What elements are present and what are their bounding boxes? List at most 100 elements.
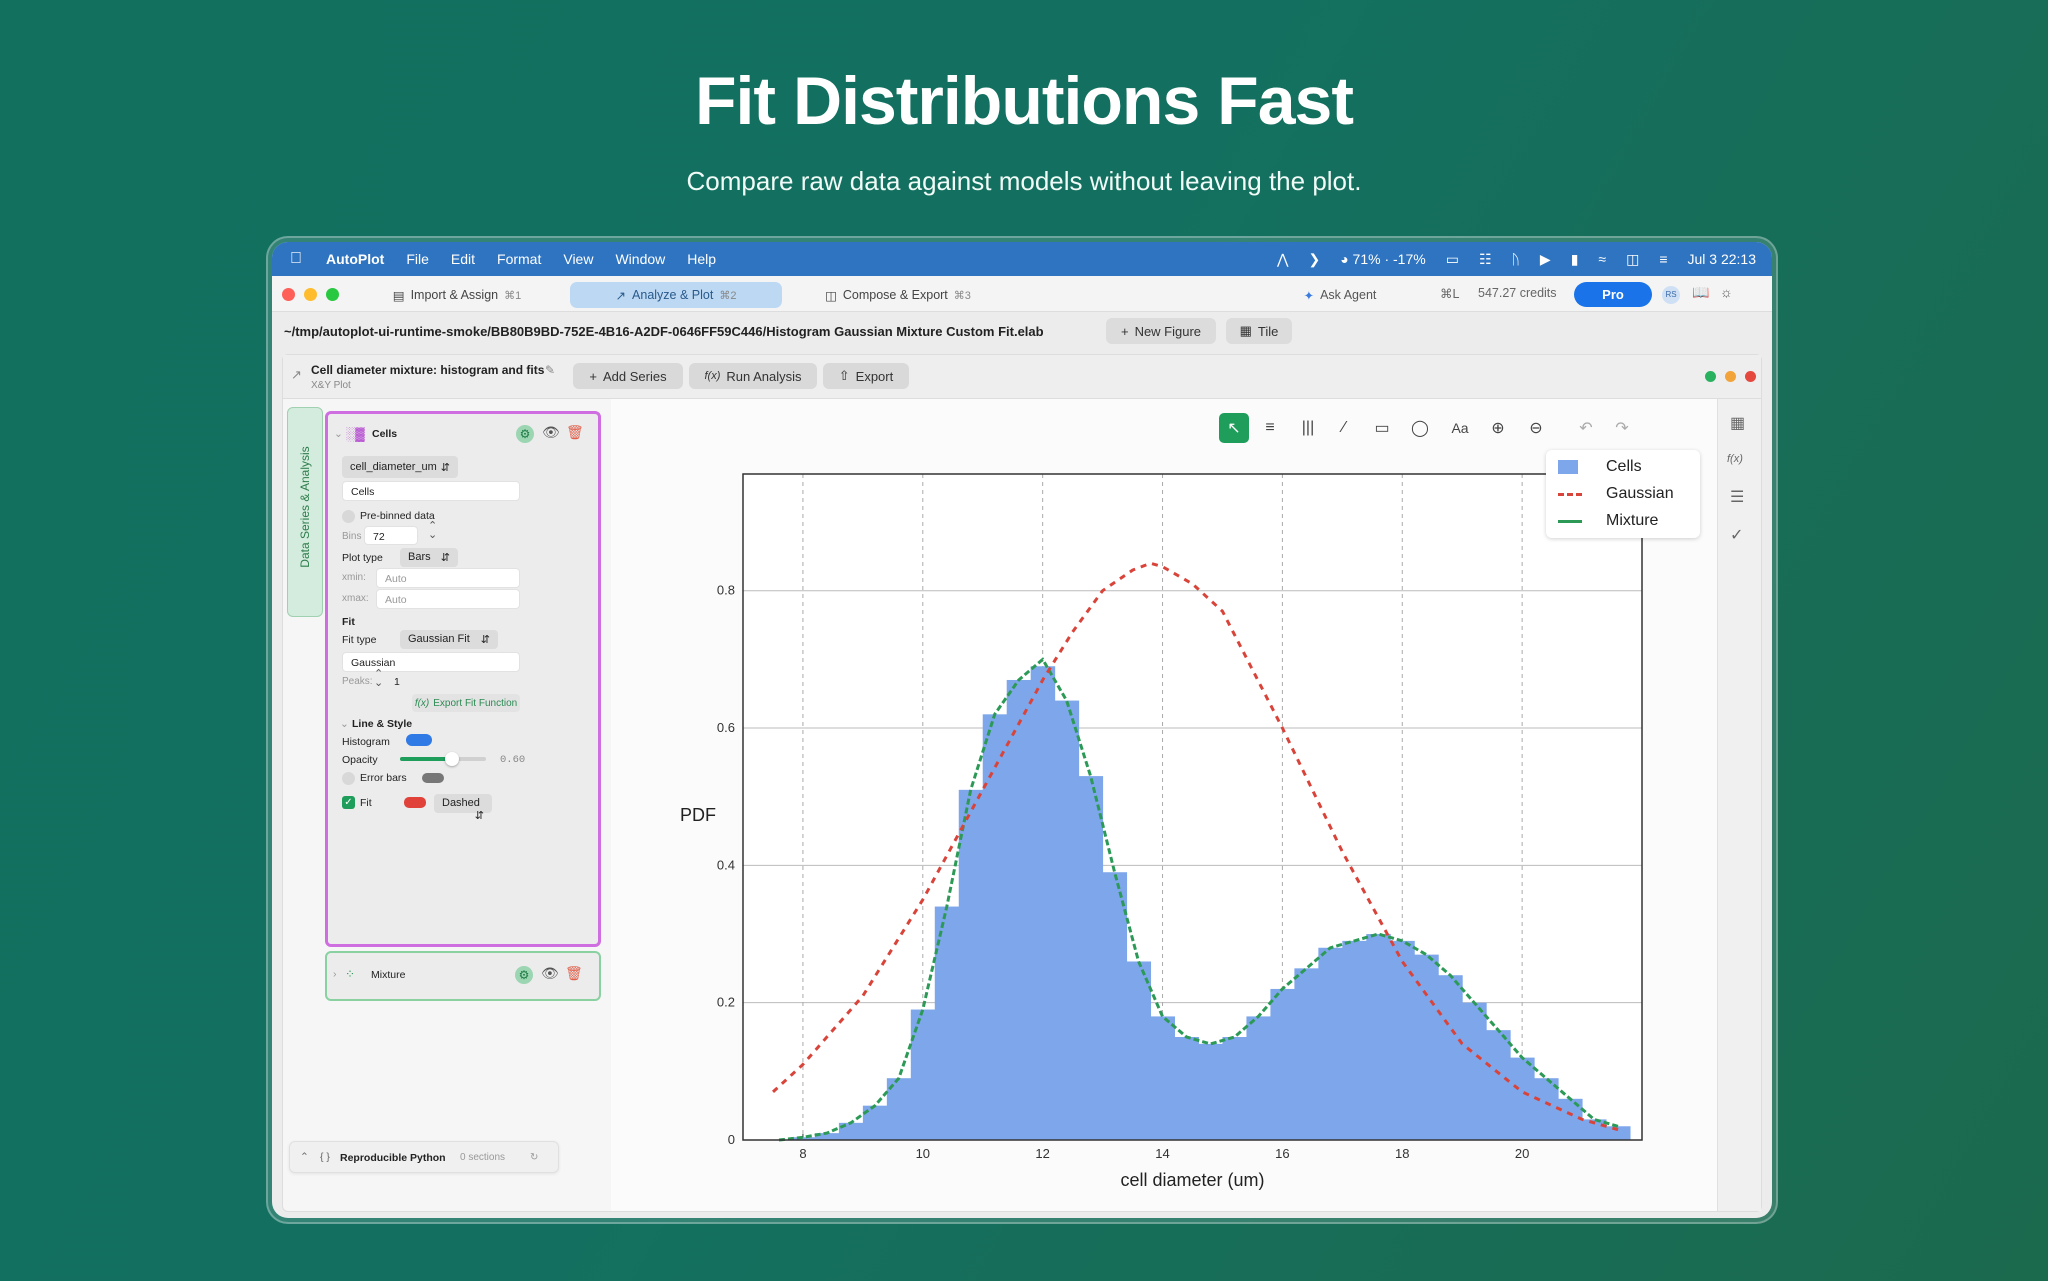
plot-type-label: Plot type — [342, 552, 383, 564]
function-icon: f(x) — [704, 370, 721, 382]
status-chevron-icon[interactable]: ❯ — [1308, 251, 1320, 268]
battery-icon[interactable]: ◫ — [1626, 251, 1639, 268]
series-name: Cells — [372, 428, 398, 440]
circle-tool-icon[interactable]: ◯ — [1405, 413, 1435, 443]
xmin-field[interactable]: Auto — [376, 568, 520, 588]
status-orange-dot[interactable] — [1725, 371, 1736, 382]
prebinned-toggle[interactable] — [342, 510, 355, 523]
menu-format[interactable]: Format — [497, 251, 541, 267]
refresh-icon[interactable]: ↻ — [530, 1152, 538, 1163]
menu-view[interactable]: View — [563, 251, 593, 267]
zoom-window-button[interactable] — [326, 288, 339, 301]
line-style-chevron-icon[interactable]: ⌄ — [340, 718, 349, 730]
status-a-icon[interactable]: ⋀ — [1277, 251, 1288, 268]
text-tool-icon[interactable]: Aa — [1445, 413, 1475, 443]
status-green-dot[interactable] — [1705, 371, 1716, 382]
eye-icon[interactable]: 👁 — [542, 424, 560, 441]
fit-color-swatch[interactable] — [404, 797, 426, 808]
line-tool-icon[interactable]: ∕ — [1329, 413, 1359, 443]
menu-help[interactable]: Help — [687, 251, 716, 267]
trash-icon[interactable]: 🗑 — [566, 424, 584, 441]
minimize-window-button[interactable] — [304, 288, 317, 301]
battery-stat[interactable]: ◕ 71% · -17% — [1340, 251, 1426, 267]
book-icon[interactable]: 📖 — [1692, 284, 1709, 301]
wifi-icon[interactable]: ≈ — [1598, 251, 1606, 267]
avatar[interactable]: RS — [1662, 286, 1680, 304]
clock[interactable]: Jul 3 22:13 — [1688, 251, 1757, 267]
document-title[interactable]: Cell diameter mixture: histogram and fit… — [311, 363, 544, 377]
python-footer[interactable]: ⌃ { } Reproducible Python 0 sections ↻ — [289, 1141, 559, 1173]
menu-app[interactable]: AutoPlot — [326, 251, 384, 267]
fit-style-select[interactable]: Dashed ⇵ — [434, 794, 492, 822]
vlines-tool-icon[interactable]: ||| — [1293, 413, 1323, 443]
collapse-chevron-icon[interactable]: ⌄ — [334, 428, 343, 440]
tile-button[interactable]: ▦ Tile — [1226, 318, 1292, 344]
play-icon[interactable]: ▶ — [1540, 251, 1551, 268]
new-figure-label: New Figure — [1134, 323, 1202, 339]
tab-analyze-plot[interactable]: ↗ Analyze & Plot ⌘2 — [570, 282, 782, 308]
control-center-icon[interactable]: ≡ — [1659, 251, 1667, 267]
ram-icon[interactable]: ☷ — [1479, 251, 1492, 268]
menu-file[interactable]: File — [406, 251, 429, 267]
export-fit-function-button[interactable]: f(x) Export Fit Function — [412, 694, 520, 712]
tab-label: Import & Assign — [410, 288, 499, 302]
checkmark-badge-icon[interactable]: ✓ — [1730, 525, 1743, 545]
error-bars-toggle[interactable] — [342, 772, 355, 785]
ask-agent-label: Ask Agent — [1320, 288, 1377, 302]
tab-compose-export[interactable]: ◫ Compose & Export ⌘3 — [810, 282, 986, 308]
error-bars-swatch[interactable] — [422, 773, 444, 783]
plot-type-select[interactable]: Bars ⇵ — [400, 548, 458, 567]
pro-badge[interactable]: Pro — [1574, 282, 1652, 307]
export-button[interactable]: ⇧ Export — [823, 363, 909, 389]
add-series-button[interactable]: + Add Series — [573, 363, 683, 389]
bins-stepper[interactable]: ⌃ ⌄ — [428, 521, 437, 541]
data-series-sidebar-tab[interactable]: Data Series & Analysis — [287, 407, 323, 617]
tab-shortcut: ⌘3 — [953, 289, 971, 302]
bluetooth-icon[interactable]: ᚢ — [1512, 251, 1520, 267]
status-red-dot[interactable] — [1745, 371, 1756, 382]
menu-window[interactable]: Window — [615, 251, 665, 267]
function-icon[interactable]: f(x) — [1727, 453, 1743, 465]
peaks-stepper[interactable]: ⌃ ⌄ — [374, 669, 383, 689]
zoom-out-icon[interactable]: ⊖ — [1521, 413, 1551, 443]
opacity-slider-knob[interactable] — [444, 752, 459, 766]
peaks-value[interactable]: 1 — [394, 676, 400, 688]
opacity-slider[interactable] — [400, 752, 486, 766]
hlines-tool-icon[interactable]: ≡ — [1255, 413, 1285, 443]
fit-type-label: Fit type — [342, 634, 377, 646]
undo-icon[interactable]: ↶ — [1571, 413, 1601, 443]
rectangle-tool-icon[interactable]: ▭ — [1367, 413, 1397, 443]
run-analysis-button[interactable]: f(x) Run Analysis — [689, 363, 817, 389]
eye-icon[interactable]: 👁 — [541, 965, 559, 982]
select-tool-icon[interactable]: ↖ — [1219, 413, 1249, 443]
bins-field[interactable]: 72 — [364, 526, 418, 545]
tab-import-assign[interactable]: ▤ Import & Assign ⌘1 — [382, 282, 532, 308]
chevron-updown-icon: ⇵ — [474, 810, 484, 822]
gear-icon[interactable]: ⚙ — [515, 966, 533, 984]
edit-title-icon[interactable]: ✎ — [545, 363, 555, 377]
ask-agent-button[interactable]: ✦ Ask Agent — [1290, 282, 1390, 308]
gear-icon[interactable]: ⚙ — [516, 425, 534, 443]
apple-icon[interactable]:  — [290, 250, 302, 268]
fit-type-value: Gaussian Fit — [408, 633, 470, 645]
fit-checkbox[interactable]: ✓ — [342, 796, 355, 809]
fit-type-select[interactable]: Gaussian Fit ⇵ — [400, 630, 498, 649]
fit-name-field[interactable]: Gaussian — [342, 652, 520, 672]
zoom-in-icon[interactable]: ⊕ — [1483, 413, 1513, 443]
table-icon[interactable]: ▦ — [1730, 413, 1745, 433]
display-icon[interactable]: ▭ — [1446, 251, 1459, 268]
column-select[interactable]: cell_diameter_um ⇵ — [342, 456, 458, 478]
close-window-button[interactable] — [282, 288, 295, 301]
xmax-field[interactable]: Auto — [376, 589, 520, 609]
expand-chevron-icon[interactable]: › — [333, 968, 337, 980]
histogram-color-swatch[interactable] — [406, 734, 432, 746]
new-figure-button[interactable]: + New Figure — [1106, 318, 1216, 344]
series-label-field[interactable]: Cells — [342, 481, 520, 501]
phone-icon[interactable]: ▮ — [1571, 251, 1579, 268]
chevron-up-icon[interactable]: ⌃ — [300, 1151, 309, 1163]
redo-icon[interactable]: ↷ — [1607, 413, 1637, 443]
menu-edit[interactable]: Edit — [451, 251, 475, 267]
brightness-icon[interactable]: ☼ — [1720, 284, 1733, 300]
sliders-icon[interactable]: ☰ — [1730, 487, 1744, 507]
trash-icon[interactable]: 🗑 — [565, 965, 583, 982]
